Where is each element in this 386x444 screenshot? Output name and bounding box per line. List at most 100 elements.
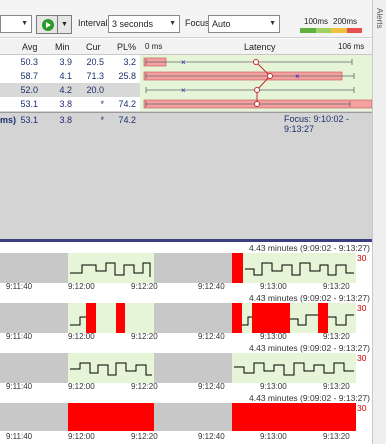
chevron-down-icon: ▼ — [21, 20, 28, 27]
summary-cur: * — [100, 115, 104, 125]
col-header-cur[interactable]: Cur — [86, 42, 101, 52]
summary-pl: 74.2 — [118, 115, 136, 125]
summary-prefix: ms) — [0, 115, 17, 125]
loss-region — [68, 403, 154, 431]
graph-title: 4.43 minutes (9:09:02 - 9:13:27) — [249, 243, 370, 253]
time-tick: 9:12:40 — [198, 332, 225, 341]
timeline-graphs: 4.43 minutes (9:09:02 - 9:13:27) 30 9:11… — [0, 242, 372, 444]
graph-plot — [0, 403, 356, 431]
loss-region — [232, 403, 356, 431]
col-header-min[interactable]: Min — [55, 42, 70, 52]
cell-pl: 25.8 — [118, 71, 136, 81]
legend-200ms: 200ms — [333, 17, 358, 26]
time-tick: 9:13:20 — [323, 282, 350, 291]
timeline-graph[interactable]: 4.43 minutes (9:09:02 - 9:13:27) 30 9:11… — [0, 342, 372, 392]
time-tick: 9:11:40 — [6, 332, 33, 341]
nodata-region — [154, 253, 232, 283]
time-tick: 9:11:40 — [6, 382, 33, 391]
graph-plot — [0, 303, 356, 333]
focus-value: Auto — [212, 19, 231, 29]
time-tick: 9:13:20 — [323, 432, 350, 441]
target-combo[interactable]: ▼ — [0, 15, 32, 33]
latency-legend-bar — [300, 28, 362, 33]
play-triangle — [46, 21, 51, 28]
time-tick: 9:12:20 — [131, 432, 158, 441]
interval-label: Interval — [78, 18, 108, 28]
time-tick: 9:12:40 — [198, 382, 225, 391]
graph-max-value: 30 — [357, 353, 367, 363]
time-tick: 9:13:00 — [260, 432, 287, 441]
time-tick: 9:12:00 — [68, 332, 95, 341]
timeline-graph[interactable]: 4.43 minutes (9:09:02 - 9:13:27) 30 9:11… — [0, 242, 372, 292]
cell-avg: 50.3 — [20, 57, 38, 67]
cell-min: 4.1 — [59, 71, 72, 81]
graph-plot — [0, 253, 356, 283]
cell-cur: * — [100, 99, 104, 109]
time-tick: 9:13:00 — [260, 282, 287, 291]
play-dropdown-button[interactable]: ▼ — [58, 15, 72, 34]
cur-marker: × — [295, 72, 300, 81]
loss-region — [232, 253, 243, 283]
nodata-region — [0, 303, 68, 333]
focus-label: Focus — [185, 18, 210, 28]
time-tick: 9:13:00 — [260, 382, 287, 391]
loss-region — [232, 303, 242, 333]
nodata-region — [0, 353, 68, 383]
time-tick: 9:12:20 — [131, 382, 158, 391]
cur-marker: × — [181, 86, 186, 95]
timeline-graph[interactable]: 4.43 minutes (9:09:02 - 9:13:27) 30 9:11… — [0, 392, 372, 444]
legend-100ms: 100ms — [304, 17, 329, 26]
nodata-region — [0, 253, 68, 283]
time-tick: 9:12:00 — [68, 432, 95, 441]
cell-cur: 20.5 — [86, 57, 104, 67]
time-tick: 9:12:00 — [68, 382, 95, 391]
alerts-tab-label: Alerts — [375, 8, 384, 29]
legend-swatch-2 — [315, 28, 331, 33]
graph-max-value: 30 — [357, 253, 367, 263]
ok-region — [68, 253, 154, 283]
chevron-down-icon: ▼ — [269, 20, 276, 27]
latency-chart: × × × — [140, 55, 372, 111]
time-tick: 9:12:20 — [131, 332, 158, 341]
latency-min-label: 0 ms — [145, 42, 163, 51]
col-header-avg[interactable]: Avg — [22, 42, 37, 52]
graph-max-value: 30 — [357, 303, 367, 313]
time-tick: 9:12:20 — [131, 282, 158, 291]
interval-select[interactable]: 3 seconds ▼ — [108, 15, 180, 33]
timeline-graph[interactable]: 4.43 minutes (9:09:02 - 9:13:27) 30 9:11… — [0, 292, 372, 342]
time-tick: 9:13:20 — [323, 382, 350, 391]
toolbar: ▼ ▼ Interval 3 seconds ▼ Focus Auto ▼ 10… — [0, 0, 372, 38]
ok-region — [68, 353, 154, 383]
loss-region — [318, 303, 328, 333]
graph-title: 4.43 minutes (9:09:02 - 9:13:27) — [249, 293, 370, 303]
loss-region — [116, 303, 125, 333]
graph-title: 4.43 minutes (9:09:02 - 9:13:27) — [249, 393, 370, 403]
time-tick: 9:12:40 — [198, 282, 225, 291]
time-tick: 9:12:40 — [198, 432, 225, 441]
interval-value: 3 seconds — [112, 19, 154, 29]
cur-marker: × — [181, 58, 186, 67]
cell-cur: 20.0 — [86, 85, 104, 95]
latency-header[interactable]: Latency — [244, 42, 276, 52]
summary-avg: 53.1 — [20, 115, 38, 125]
summary-min: 3.8 — [59, 115, 72, 125]
graph-max-value: 30 — [357, 403, 367, 413]
time-tick: 9:12:00 — [68, 282, 95, 291]
graph-title: 4.43 minutes (9:09:02 - 9:13:27) — [249, 343, 370, 353]
time-tick: 9:11:40 — [6, 282, 33, 291]
ok-region — [68, 303, 154, 333]
legend-swatch-1 — [300, 28, 316, 33]
latency-max-label: 106 ms — [338, 42, 365, 51]
cell-avg: 52.0 — [20, 85, 38, 95]
ok-region — [232, 303, 356, 333]
hop-table: Avg Min Cur PL% 0 ms Latency 106 ms 50.3… — [0, 39, 372, 239]
focus-select[interactable]: Auto ▼ — [208, 15, 280, 33]
graph-plot — [0, 353, 356, 383]
cell-pl: 3.2 — [123, 57, 136, 67]
col-header-pl[interactable]: PL% — [117, 42, 136, 52]
avg-marker — [267, 73, 273, 79]
cell-min: 3.8 — [59, 99, 72, 109]
alerts-side-panel[interactable]: Alerts — [372, 0, 386, 444]
play-button[interactable] — [36, 15, 58, 34]
legend-swatch-4 — [346, 28, 362, 33]
